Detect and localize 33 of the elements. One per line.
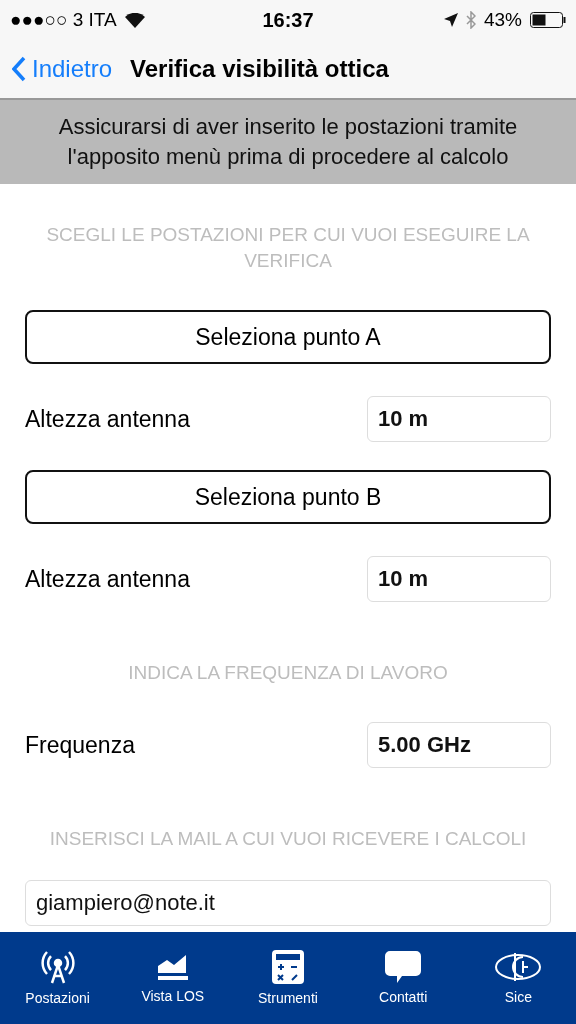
notice-banner: Assicurarsi di aver inserito le postazioni tramite l'apposito menù prima di procedere al calcolo [0,98,576,184]
tab-bar-item[interactable]: Sice [468,951,569,1005]
area-chart-icon [156,952,189,982]
oval-logo-icon [495,951,542,983]
chevron-left-icon [12,56,26,82]
section-header: SCEGLI LE POSTAZIONI PER CUI VUOI ESEGUIRE LA VERIFICA [45,223,531,273]
calculator-icon [271,950,304,984]
speech-bubble-icon [385,951,422,983]
bluetooth-icon [465,11,476,29]
carrier-label: ●●●○○ 3 ITA [10,9,117,31]
wifi-icon [124,12,145,28]
section-header: INDICA LA FREQUENZA DI LAVORO [127,661,449,685]
back-button[interactable]: Indietro [12,55,113,83]
field-label: Altezza antenna [25,405,190,433]
tab-bar-item[interactable]: Contatti [353,951,454,1005]
email-field[interactable]: giampiero@note.it [25,880,551,926]
battery-percent: 43% [483,9,522,31]
input-field[interactable]: 10 m [367,396,551,442]
input-field[interactable]: 5.00 GHz [367,722,551,768]
tab-bar-item[interactable]: Vista LOS [122,952,223,1004]
field-label: Altezza antenna [25,565,190,593]
select-point-button[interactable]: Seleziona punto B [25,470,551,524]
select-point-button[interactable]: Seleziona punto A [25,310,551,364]
tab-bar-item[interactable]: Strumenti [237,950,338,1006]
input-field[interactable]: 10 m [367,556,551,602]
battery-icon [530,12,566,28]
field-label: Frequenza [25,731,135,759]
tab-bar-item[interactable]: Postazioni [7,950,108,1006]
clock: 16:37 [262,8,314,32]
location-arrow-icon [443,13,458,27]
antenna-icon [40,950,75,984]
section-header: INSERISCI LA MAIL A CUI VUOI RICEVERE I CALCOLI [48,827,528,851]
screen-title: Verifica visibilità ottica [130,55,389,83]
